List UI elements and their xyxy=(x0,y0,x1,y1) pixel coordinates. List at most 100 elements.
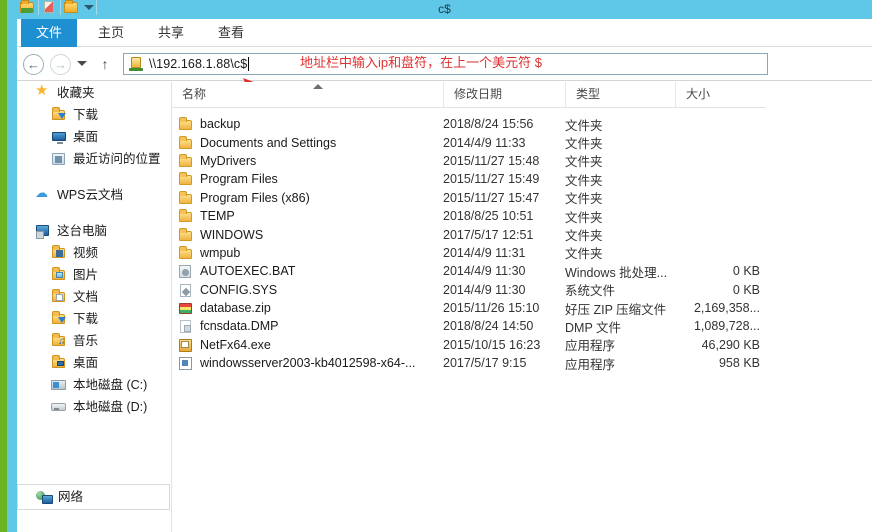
bat-file-icon xyxy=(178,263,194,279)
title-bar: c$ xyxy=(17,0,872,19)
sidebar-item-this-pc[interactable]: 这台电脑 xyxy=(17,220,172,242)
file-name-label: backup xyxy=(200,117,241,132)
recent-locations-chevron-down-icon[interactable] xyxy=(77,61,87,66)
tab-file[interactable]: 文件 xyxy=(21,19,77,47)
file-size-cell: 46,290 KB xyxy=(701,337,760,352)
sidebar-item-network[interactable]: 网络 xyxy=(17,484,170,510)
desktop-monitor-icon xyxy=(51,129,67,145)
file-name-cell: MyDrivers xyxy=(178,153,443,169)
toolbar-separator xyxy=(60,0,61,15)
sidebar-item-downloads[interactable]: 下载 xyxy=(17,104,172,126)
sidebar-item-recent-places[interactable]: 最近访问的位置 xyxy=(17,148,172,170)
zip-file-icon xyxy=(178,300,194,316)
file-date-cell: 2014/4/9 11:30 xyxy=(443,282,526,297)
file-size-cell: 958 KB xyxy=(718,356,760,371)
sidebar-item-downloads-pc[interactable]: 下载 xyxy=(17,308,172,330)
table-row[interactable]: Program Files 2015/11/27 15:49 文件夹 xyxy=(172,170,872,188)
sidebar-item-pictures[interactable]: 图片 xyxy=(17,264,172,286)
folder-properties-icon[interactable] xyxy=(63,0,80,16)
file-name-cell: TEMP xyxy=(178,208,443,224)
network-icon xyxy=(36,489,53,505)
table-row[interactable]: database.zip 2015/11/26 15:10 好压 ZIP 压缩文件 2… xyxy=(172,299,872,317)
table-row[interactable]: backup 2018/8/24 15:56 文件夹 xyxy=(172,115,872,133)
sidebar-item-label: 音乐 xyxy=(73,334,99,348)
table-row[interactable]: AUTOEXEC.BAT 2014/4/9 11:30 Windows 批处理...… xyxy=(172,262,872,280)
folder-documents-icon xyxy=(51,289,67,305)
recent-places-icon xyxy=(51,151,67,167)
table-row[interactable]: wmpub 2014/4/9 11:31 文件夹 xyxy=(172,244,872,262)
file-size-cell: 1,089,728... xyxy=(693,319,760,334)
sidebar-item-local-disk-d[interactable]: 本地磁盘 (D:) xyxy=(17,396,172,418)
file-date-cell: 2015/11/27 15:47 xyxy=(443,190,540,205)
column-header-name[interactable]: 名称 xyxy=(172,82,443,107)
file-name-label: Program Files (x86) xyxy=(200,190,310,205)
table-row[interactable]: fcnsdata.DMP 2018/8/24 14:50 DMP 文件 1,089,7… xyxy=(172,317,872,335)
folder-icon[interactable] xyxy=(19,0,36,16)
file-date-cell: 2018/8/24 15:56 xyxy=(443,117,534,132)
file-date-cell: 2015/11/27 15:48 xyxy=(443,153,540,168)
table-row[interactable]: CONFIG.SYS 2014/4/9 11:30 系统文件 0 KB xyxy=(172,281,872,299)
folder-pictures-icon xyxy=(51,267,67,283)
sidebar-item-label: 本地磁盘 (D:) xyxy=(73,400,148,414)
up-button[interactable]: ↑ xyxy=(97,56,113,72)
dmp-file-icon xyxy=(178,318,194,334)
sidebar-item-label: 网络 xyxy=(58,490,84,504)
folder-icon xyxy=(178,245,194,261)
file-name-cell: CONFIG.SYS xyxy=(178,282,443,298)
address-input[interactable]: \\192.168.1.88\c$ xyxy=(149,57,247,71)
table-row[interactable]: Program Files (x86) 2015/11/27 15:47 文件夹 xyxy=(172,189,872,207)
sidebar-item-favorites[interactable]: 收藏夹 xyxy=(17,82,172,104)
table-row[interactable]: WINDOWS 2017/5/17 12:51 文件夹 xyxy=(172,225,872,243)
file-type-cell: 文件夹 xyxy=(565,155,603,170)
table-row[interactable]: Documents and Settings 2014/4/9 11:33 文件夹 xyxy=(172,133,872,151)
table-row[interactable]: TEMP 2018/8/25 10:51 文件夹 xyxy=(172,207,872,225)
table-row[interactable]: NetFx64.exe 2015/10/15 16:23 应用程序 46,290 KB xyxy=(172,336,872,354)
sidebar-item-label: 这台电脑 xyxy=(57,224,108,238)
cloud-icon xyxy=(35,187,51,203)
file-name-cell: WINDOWS xyxy=(178,227,443,243)
file-size-cell: 2,169,358... xyxy=(693,301,760,316)
file-type-cell: Windows 批处理... xyxy=(565,265,668,280)
star-icon xyxy=(35,84,51,101)
file-name-label: wmpub xyxy=(200,245,241,260)
file-date-cell: 2017/5/17 12:51 xyxy=(443,227,534,242)
column-header-date[interactable]: 修改日期 xyxy=(443,82,565,107)
file-name-cell: NetFx64.exe xyxy=(178,337,443,353)
tab-home[interactable]: 主页 xyxy=(85,19,137,47)
tab-view[interactable]: 查看 xyxy=(205,19,257,47)
forward-button[interactable]: → xyxy=(50,54,71,75)
file-type-cell: 应用程序 xyxy=(565,339,616,354)
customize-caret-icon[interactable] xyxy=(84,4,94,10)
file-date-cell: 2017/5/17 9:15 xyxy=(443,356,527,371)
sidebar-item-videos[interactable]: 视频 xyxy=(17,242,172,264)
sidebar-item-local-disk-c[interactable]: 本地磁盘 (C:) xyxy=(17,374,172,396)
sidebar-item-label: 本地磁盘 (C:) xyxy=(73,378,148,392)
file-name-cell: Documents and Settings xyxy=(178,135,443,151)
column-header-type[interactable]: 类型 xyxy=(565,82,675,107)
file-type-cell: 文件夹 xyxy=(565,247,603,262)
column-header-size[interactable]: 大小 xyxy=(675,82,766,107)
sidebar-item-label: WPS云文档 xyxy=(57,188,123,202)
table-row[interactable]: windowsserver2003-kb4012598-x64-... 2017/… xyxy=(172,354,872,372)
file-name-cell: backup xyxy=(178,116,443,132)
folder-icon xyxy=(178,190,194,206)
sidebar-item-desktop-pc[interactable]: 桌面 xyxy=(17,352,172,374)
back-button[interactable]: ← xyxy=(23,54,44,75)
sidebar-item-documents[interactable]: 文档 xyxy=(17,286,172,308)
brush-icon[interactable] xyxy=(41,0,58,16)
file-name-label: fcnsdata.DMP xyxy=(200,319,279,334)
file-name-cell: fcnsdata.DMP xyxy=(178,318,443,334)
tab-share[interactable]: 共享 xyxy=(145,19,197,47)
app-file-icon xyxy=(178,355,194,371)
sidebar-item-wps-cloud[interactable]: WPS云文档 xyxy=(17,184,172,206)
file-name-label: WINDOWS xyxy=(200,227,264,242)
file-date-cell: 2015/11/27 15:49 xyxy=(443,172,540,187)
sidebar-item-desktop[interactable]: 桌面 xyxy=(17,126,172,148)
folder-icon xyxy=(178,227,194,243)
quick-access-toolbar[interactable] xyxy=(17,0,137,18)
text-cursor xyxy=(248,57,250,71)
table-row[interactable]: MyDrivers 2015/11/27 15:48 文件夹 xyxy=(172,152,872,170)
sidebar-item-music[interactable]: ♫ 音乐 xyxy=(17,330,172,352)
file-type-cell: 文件夹 xyxy=(565,210,603,225)
